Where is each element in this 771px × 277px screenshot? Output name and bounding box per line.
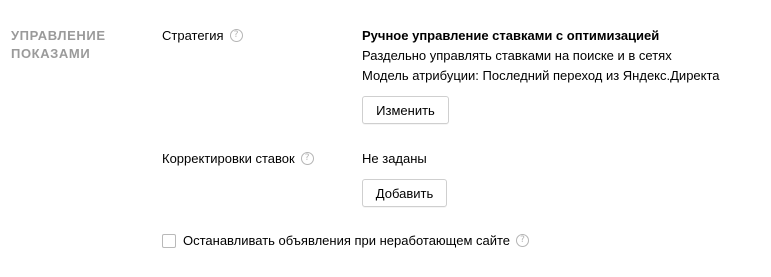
stop-ads-label[interactable]: Останавливать объявления при неработающе… — [183, 233, 510, 248]
attribution-model: Модель атрибуции: Последний переход из Я… — [362, 68, 720, 83]
help-icon[interactable]: ? — [229, 29, 243, 42]
stop-ads-checkbox[interactable] — [162, 233, 176, 248]
strategy-label: Стратегия — [162, 28, 224, 43]
change-strategy-button[interactable]: Изменить — [362, 96, 449, 124]
corrections-label-row: Корректировки ставок ? — [162, 151, 314, 166]
section-title-line1: УПРАВЛЕНИЕ — [11, 28, 106, 43]
stop-ads-row: Останавливать объявления при неработающе… — [162, 233, 530, 248]
strategy-label-row: Стратегия ? — [162, 28, 243, 43]
section-title-line2: ПОКАЗАМИ — [11, 46, 91, 61]
section-title: УПРАВЛЕНИЕ ПОКАЗАМИ — [11, 27, 141, 63]
add-corrections-button[interactable]: Добавить — [362, 179, 447, 207]
help-icon[interactable]: ? — [516, 234, 530, 247]
corrections-label: Корректировки ставок — [162, 151, 295, 166]
strategy-description: Раздельно управлять ставками на поиске и… — [362, 48, 672, 63]
help-icon[interactable]: ? — [300, 152, 314, 165]
corrections-value: Не заданы — [362, 151, 427, 166]
strategy-name: Ручное управление ставками с оптимизацие… — [362, 28, 660, 43]
